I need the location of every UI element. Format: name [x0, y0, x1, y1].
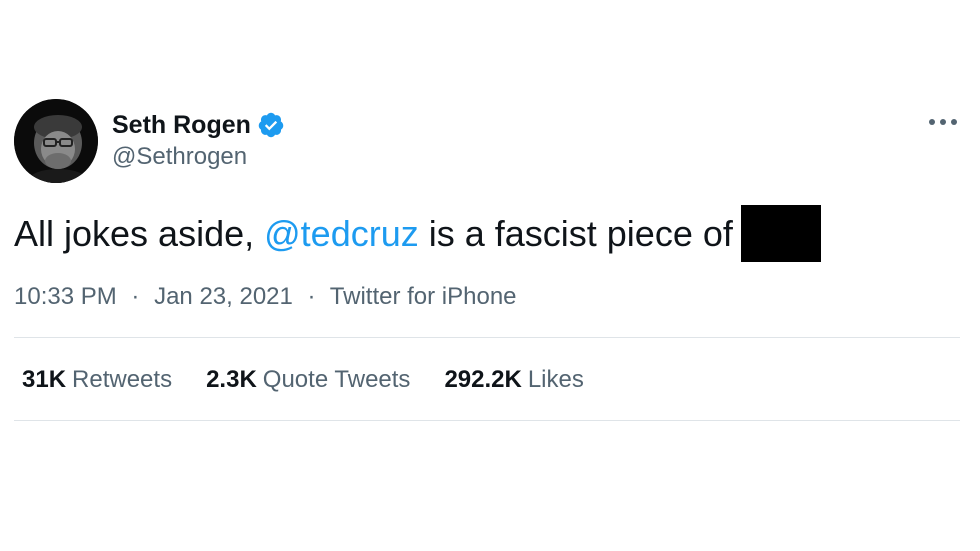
divider: [14, 420, 960, 421]
likes-label: Likes: [527, 366, 584, 393]
tweet-date[interactable]: Jan 23, 2021: [154, 283, 293, 310]
meta-separator: ·: [307, 283, 316, 310]
more-options-icon[interactable]: [926, 110, 960, 134]
retweets-label: Retweets: [72, 366, 173, 393]
tweet-text: All jokes aside, @tedcruz is a fascist p…: [14, 205, 821, 262]
tweet-card: Seth Rogen @Sethrogen All jokes aside, @…: [0, 0, 980, 551]
quote-tweets-count: 2.3K: [206, 366, 257, 393]
author-name-row: Seth Rogen: [112, 108, 285, 142]
meta-separator: ·: [131, 283, 140, 310]
redaction-box: [740, 205, 821, 262]
likes-stat[interactable]: 292.2K Likes: [444, 365, 583, 395]
likes-count: 292.2K: [444, 366, 522, 393]
tweet-time[interactable]: 10:33 PM: [14, 283, 117, 310]
quote-tweets-label: Quote Tweets: [262, 366, 411, 393]
tweet-meta: 10:33 PM · Jan 23, 2021 · Twitter for iP…: [14, 282, 517, 312]
verified-badge-icon: [257, 111, 285, 139]
mention-link[interactable]: @tedcruz: [264, 207, 419, 261]
author-handle[interactable]: @Sethrogen: [112, 142, 247, 172]
avatar[interactable]: [14, 99, 98, 183]
engagement-stats: 31K Retweets 2.3K Quote Tweets 292.2K Likes: [22, 365, 618, 395]
tweet-text-tail: is a fascist piece of: [418, 212, 733, 254]
tweet-text-lead: All jokes aside,: [14, 212, 265, 254]
tweet-source[interactable]: Twitter for iPhone: [330, 283, 517, 310]
avatar-photo: [14, 99, 98, 183]
quote-tweets-stat[interactable]: 2.3K Quote Tweets: [206, 365, 410, 395]
retweets-count: 31K: [22, 366, 67, 393]
divider: [14, 337, 960, 338]
author-display-name[interactable]: Seth Rogen: [112, 108, 251, 142]
retweets-stat[interactable]: 31K Retweets: [22, 365, 172, 395]
